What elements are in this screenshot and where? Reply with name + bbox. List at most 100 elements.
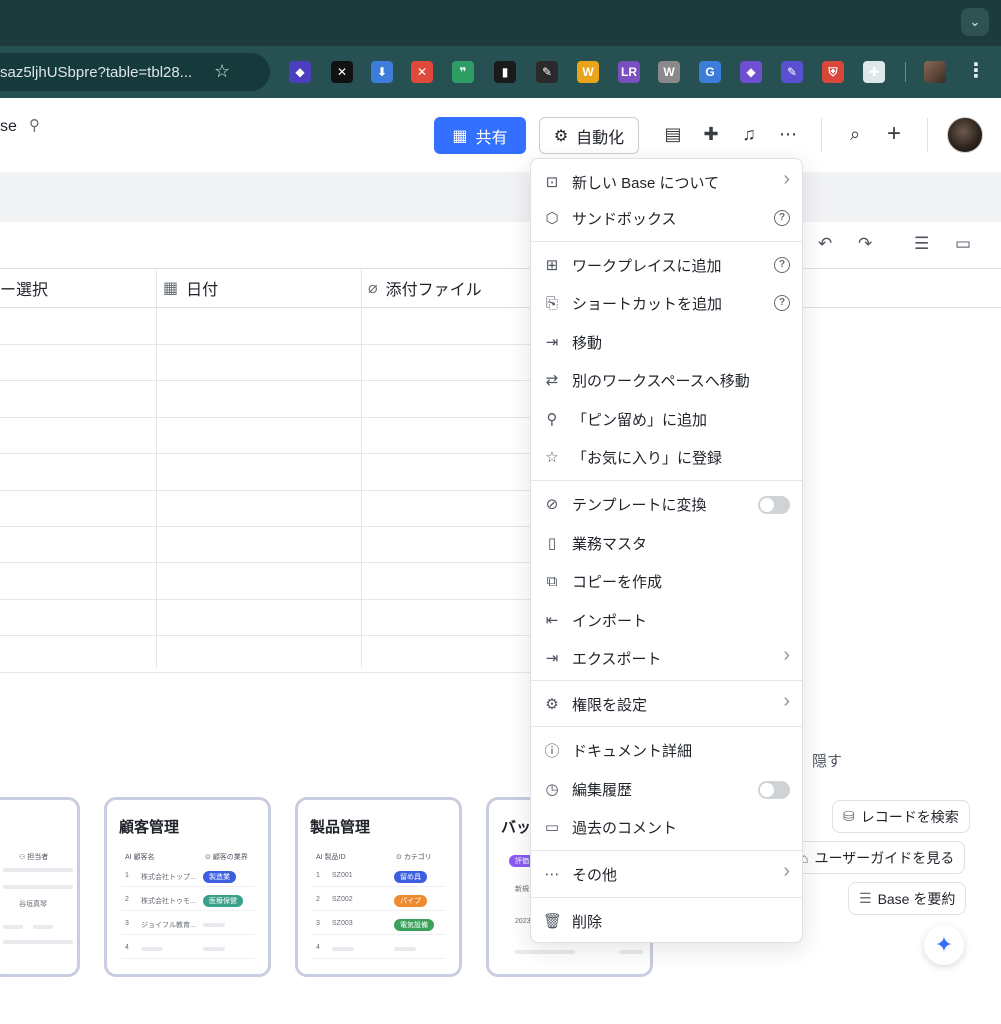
card-tag: 電気設備 — [394, 919, 434, 931]
avatar[interactable] — [947, 117, 983, 153]
grid-column-divider — [156, 268, 157, 668]
person-icon: ⚇ — [19, 854, 28, 861]
card-row-divider — [312, 934, 446, 935]
automation-button[interactable]: ⚙ 自動化 — [539, 117, 639, 154]
translate-ext-icon[interactable]: G — [699, 61, 721, 83]
menu-item-details[interactable]: ⓘ ドキュメント詳細 — [531, 731, 802, 769]
card-row-number: 2 — [125, 896, 129, 903]
card-cell: ジョイフル教育... — [141, 922, 196, 929]
history-toggle[interactable] — [758, 781, 790, 799]
template-card-products[interactable]: 製品管理 AI 製品ID ⊙ カテゴリ 1 SZ001 留め具 2 SZ002 パイプ 3 S… — [295, 797, 462, 977]
search-records-label: レコードを検索 — [860, 808, 959, 825]
card-row-divider — [121, 958, 255, 959]
redo-icon[interactable]: ↷ — [858, 234, 872, 254]
menu-item-business-master[interactable]: ▯ 業務マスタ — [531, 524, 802, 562]
menu-item-past-comments[interactable]: ▭ 過去のコメント — [531, 808, 802, 846]
w-ext-icon[interactable]: W — [577, 61, 599, 83]
note-ext-icon[interactable]: ✎ — [781, 61, 803, 83]
robot-icon: ⚙ — [553, 127, 569, 145]
card-row-divider — [312, 958, 446, 959]
puzzle-ext-icon[interactable]: ✚ — [863, 61, 885, 83]
download-ext-icon[interactable]: ⬇ — [371, 61, 393, 83]
more-icon[interactable]: ⋯ — [776, 122, 800, 146]
plus-icon[interactable]: + — [882, 122, 906, 146]
plugin-icon[interactable]: ✚ — [699, 122, 723, 146]
chevron-down-icon[interactable]: ⌄ — [961, 8, 989, 36]
help-icon[interactable]: ? — [774, 210, 790, 226]
more-icon: ⋯ — [544, 866, 560, 883]
hide-link[interactable]: 隠す — [812, 750, 842, 771]
picker-ext-icon[interactable]: ✎ — [536, 61, 558, 83]
shield-ext-icon[interactable]: ⛨ — [822, 61, 844, 83]
address-bar[interactable]: saz5ljhUSbpre?table=tbl28... ☆ — [0, 53, 270, 91]
template-card[interactable]: ⚇ 担当者 谷垣真琴 — [0, 797, 80, 977]
wiki-ext-icon[interactable]: W — [658, 61, 680, 83]
gem-ext-icon[interactable]: ◆ — [740, 61, 762, 83]
menu-item-export[interactable]: ⇥ エクスポート › — [531, 639, 802, 677]
placeholder-bar — [3, 940, 73, 944]
menu-item-sandbox[interactable]: ⬡ サンドボックス? — [531, 199, 802, 237]
col-attachment[interactable]: ⌀ 添付ファイル — [362, 269, 482, 307]
grid-header: ー選択 ▦ 日付 ⌀ 添付ファイル — [0, 268, 1001, 308]
placeholder-bar — [203, 923, 225, 927]
placeholder-bar — [33, 925, 53, 929]
bell-icon[interactable]: ♫ — [737, 122, 761, 146]
close-ext-icon[interactable]: ✕ — [411, 61, 433, 83]
card-tag: 医療保健 — [203, 895, 243, 907]
header-divider — [821, 118, 822, 152]
menu-item-about[interactable]: ⊡ 新しい Base について › — [531, 163, 802, 201]
menu-item-label: サンドボックス — [572, 210, 677, 228]
card-header-label: AI 顧客名 — [125, 854, 155, 861]
card-row-number: 3 — [125, 920, 129, 927]
summarize-button[interactable]: ☰ Base を要約 — [848, 882, 967, 915]
browser-toolbar: saz5ljhUSbpre?table=tbl28... ☆ ◆ ✕ ⬇ ✕ ❞ ▮ ✎ W L… — [0, 46, 1001, 98]
menu-item-label: 別のワークスペースへ移動 — [572, 372, 750, 390]
browser-menu-icon[interactable]: ⋮ — [966, 58, 986, 83]
lr-ext-icon[interactable]: LR — [618, 61, 640, 83]
chevron-right-icon: › — [783, 168, 790, 190]
menu-item-favorite[interactable]: ☆ 「お気に入り」に登録 — [531, 438, 802, 476]
share-button[interactable]: ▦ 共有 — [434, 117, 526, 154]
menu-item-import[interactable]: ⇤ インポート — [531, 601, 802, 639]
undo-icon[interactable]: ↶ — [818, 234, 832, 254]
search-records-button[interactable]: ⛁ レコードを検索 — [832, 800, 970, 833]
search-records-icon[interactable]: ☰ — [914, 234, 929, 254]
user-guide-button[interactable]: ⌂ ユーザーガイドを見る — [790, 841, 966, 874]
menu-item-label: 削除 — [572, 913, 603, 931]
menu-item-add-workplace[interactable]: ⊞ ワークプレイスに追加? — [531, 246, 802, 284]
ai-assistant-sparkle-icon[interactable]: ✦ — [924, 925, 964, 965]
pin-icon[interactable]: ⚲ — [29, 116, 40, 134]
menu-item-history[interactable]: ◷ 編集履歴 — [531, 770, 802, 808]
template-card-customers[interactable]: 顧客管理 AI 顧客名 ⊙ 顧客の業界 1 株式会社トップ... 製造業 2 株式会社ト… — [104, 797, 271, 977]
menu-item-label: ワークプレイスに追加 — [572, 257, 722, 275]
card-row-divider — [121, 910, 255, 911]
grid-row-line — [0, 671, 530, 673]
menu-item-move-workspace[interactable]: ⇄ 別のワークスペースへ移動 — [531, 361, 802, 399]
help-icon[interactable]: ? — [774, 295, 790, 311]
menu-item-pin[interactable]: ⚲ 「ピン留め」に追加 — [531, 400, 802, 438]
book-ext-icon[interactable]: ▮ — [494, 61, 516, 83]
menu-item-more[interactable]: ⋯ その他 › — [531, 855, 802, 893]
comment-icon[interactable]: ▭ — [955, 234, 971, 254]
placeholder-bar — [203, 947, 225, 951]
menu-item-delete[interactable]: 🗑 削除 — [531, 902, 802, 940]
layers-ext-icon[interactable]: ◆ — [289, 61, 311, 83]
menu-item-template[interactable]: ⊘ テンプレートに変換 — [531, 485, 802, 523]
col-date[interactable]: ▦ 日付 — [157, 269, 218, 307]
template-toggle[interactable] — [758, 496, 790, 514]
menu-item-add-shortcut[interactable]: ⎘ ショートカットを追加? — [531, 284, 802, 322]
quote-ext-icon[interactable]: ❞ — [452, 61, 474, 83]
menu-item-move[interactable]: ⇥ 移動 — [531, 323, 802, 361]
help-icon[interactable]: ? — [774, 257, 790, 273]
base-title[interactable]: se — [0, 118, 17, 136]
document-info-icon[interactable]: ▤ — [661, 122, 685, 146]
col-select[interactable]: ー選択 — [0, 269, 48, 307]
card-title: バッ — [501, 819, 532, 836]
menu-item-permissions[interactable]: ⚙ 権限を設定 › — [531, 685, 802, 723]
menu-item-copy[interactable]: ⧉ コピーを作成 — [531, 562, 802, 600]
search-icon[interactable]: ⌕ — [843, 122, 867, 146]
bookmark-star-icon[interactable]: ☆ — [214, 61, 230, 82]
x-ext-icon[interactable]: ✕ — [331, 61, 353, 83]
profile-avatar-icon[interactable] — [924, 61, 946, 83]
menu-item-label: 移動 — [572, 334, 603, 352]
